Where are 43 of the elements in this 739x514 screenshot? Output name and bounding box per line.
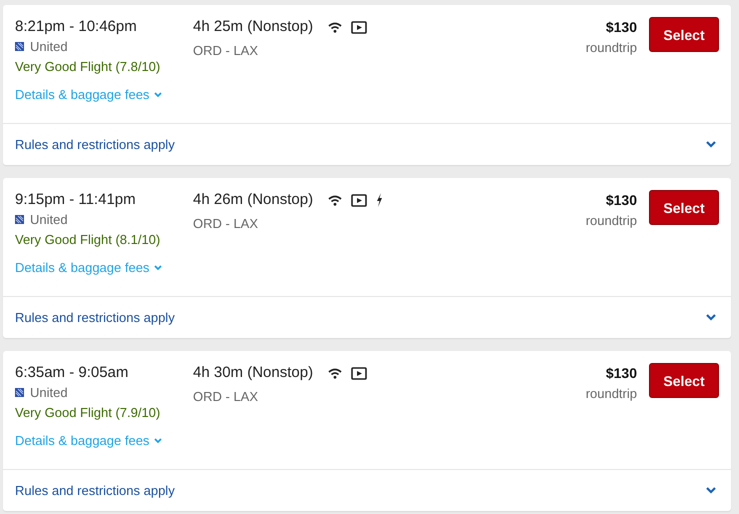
airline-logo-icon xyxy=(15,215,24,224)
chevron-down-icon xyxy=(154,438,162,444)
flight-duration: 4h 30m (Nonstop) xyxy=(193,363,314,383)
trip-type: roundtrip xyxy=(586,39,637,57)
video-icon xyxy=(351,20,368,34)
chevron-down-icon[interactable] xyxy=(706,314,716,321)
trip-type: roundtrip xyxy=(586,385,637,403)
chevron-down-icon xyxy=(154,265,162,271)
flight-duration: 4h 25m (Nonstop) xyxy=(193,17,314,37)
flight-rating: Very Good Flight (7.9/10) xyxy=(15,404,162,422)
select-button[interactable]: Select xyxy=(649,363,719,398)
flight-times: 9:15pm - 11:41pm xyxy=(15,190,137,210)
video-icon xyxy=(351,194,368,206)
airline-name: United xyxy=(30,211,68,228)
video-icon xyxy=(351,366,368,380)
airline-logo-icon xyxy=(15,42,24,51)
flight-duration: 4h 26m (Nonstop) xyxy=(193,190,314,210)
price: $130 xyxy=(606,364,637,383)
wifi-icon xyxy=(328,194,342,206)
airline-name: United xyxy=(30,384,68,401)
chevron-down-icon xyxy=(154,92,162,98)
rules-link[interactable]: Rules and restrictions apply xyxy=(15,483,175,498)
flight-rating: Very Good Flight (8.1/10) xyxy=(15,231,162,249)
chevron-down-icon[interactable] xyxy=(706,141,716,148)
price: $130 xyxy=(606,191,637,210)
airline-name: United xyxy=(30,38,68,55)
select-button[interactable]: Select xyxy=(649,190,719,225)
lightning-icon xyxy=(376,193,384,207)
flight-rating: Very Good Flight (7.8/10) xyxy=(15,58,162,76)
flight-times: 6:35am - 9:05am xyxy=(15,363,130,383)
flight-route: ORD - LAX xyxy=(193,215,260,232)
rules-link[interactable]: Rules and restrictions apply xyxy=(15,310,175,325)
rules-link[interactable]: Rules and restrictions apply xyxy=(15,137,175,152)
flight-route: ORD - LAX xyxy=(193,388,260,405)
flight-times: 8:21pm - 10:46pm xyxy=(15,17,138,37)
price: $130 xyxy=(606,18,637,37)
wifi-icon xyxy=(328,368,342,378)
airline-logo-icon xyxy=(15,388,24,397)
wifi-icon xyxy=(328,22,342,32)
select-button[interactable]: Select xyxy=(649,17,719,52)
trip-type: roundtrip xyxy=(586,212,637,230)
chevron-down-icon[interactable] xyxy=(706,487,716,494)
flight-route: ORD - LAX xyxy=(193,42,260,59)
